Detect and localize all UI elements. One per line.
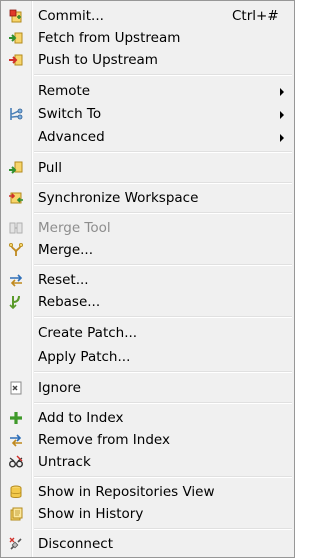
menu-item-label: Disconnect bbox=[38, 536, 113, 552]
merge-tool-icon bbox=[8, 220, 24, 236]
menu-item-label: Switch To bbox=[38, 106, 102, 122]
menu-item-reset[interactable]: Reset... bbox=[3, 269, 292, 291]
reset-icon bbox=[8, 272, 24, 288]
menu-item-disconnect[interactable]: Disconnect bbox=[3, 533, 292, 555]
menu-item-pull[interactable]: Pull bbox=[3, 157, 292, 179]
menu-item-rebase[interactable]: Rebase... bbox=[3, 291, 292, 313]
menu-item-synchronize-workspace[interactable]: Synchronize Workspace bbox=[3, 187, 292, 209]
menu-item-merge-tool: Merge Tool bbox=[3, 217, 292, 239]
disconnect-icon bbox=[8, 536, 24, 552]
menu-separator bbox=[34, 74, 292, 76]
context-menu: Commit... Ctrl+# Fetch from Upstream Pus… bbox=[0, 0, 295, 558]
menu-item-untrack[interactable]: Untrack bbox=[3, 451, 292, 473]
menu-separator bbox=[34, 151, 292, 153]
untrack-icon bbox=[8, 454, 24, 470]
commit-icon bbox=[8, 8, 24, 24]
pull-icon bbox=[8, 160, 24, 176]
menu-separator bbox=[34, 528, 292, 530]
menu-item-apply-patch[interactable]: Apply Patch... bbox=[3, 346, 292, 368]
history-icon bbox=[8, 506, 24, 522]
menu-separator bbox=[34, 182, 292, 184]
menu-item-remote[interactable]: Remote bbox=[3, 80, 292, 102]
menu-item-label: Show in History bbox=[38, 506, 144, 522]
menu-item-label: Merge... bbox=[38, 242, 94, 258]
menu-item-switch-to[interactable]: Switch To bbox=[3, 103, 292, 125]
push-icon bbox=[8, 52, 24, 68]
menu-item-label: Untrack bbox=[38, 454, 91, 470]
menu-item-push-to-upstream[interactable]: Push to Upstream bbox=[3, 49, 292, 71]
menu-separator bbox=[34, 316, 292, 318]
menu-item-commit[interactable]: Commit... Ctrl+# bbox=[3, 5, 292, 27]
menu-item-ignore[interactable]: Ignore bbox=[3, 377, 292, 399]
repositories-view-icon bbox=[8, 484, 24, 500]
remove-from-index-icon bbox=[8, 432, 24, 448]
merge-icon bbox=[8, 242, 24, 258]
menu-item-merge[interactable]: Merge... bbox=[3, 239, 292, 261]
synchronize-icon bbox=[8, 190, 24, 206]
menu-item-add-to-index[interactable]: Add to Index bbox=[3, 407, 292, 429]
fetch-icon bbox=[8, 30, 24, 46]
menu-item-shortcut: Ctrl+# bbox=[232, 8, 279, 24]
switch-branch-icon bbox=[8, 106, 24, 122]
menu-item-label: Push to Upstream bbox=[38, 52, 158, 68]
menu-separator bbox=[34, 212, 292, 214]
submenu-arrow-icon bbox=[280, 88, 284, 96]
menu-item-advanced[interactable]: Advanced bbox=[3, 126, 292, 148]
menu-item-label: Synchronize Workspace bbox=[38, 190, 199, 206]
menu-item-label: Pull bbox=[38, 160, 62, 176]
menu-separator bbox=[34, 371, 292, 373]
menu-item-label: Fetch from Upstream bbox=[38, 30, 181, 46]
menu-item-remove-from-index[interactable]: Remove from Index bbox=[3, 429, 292, 451]
menu-item-label: Add to Index bbox=[38, 410, 124, 426]
submenu-arrow-icon bbox=[280, 134, 284, 142]
menu-item-label: Apply Patch... bbox=[38, 349, 131, 365]
menu-item-show-in-repositories-view[interactable]: Show in Repositories View bbox=[3, 481, 292, 503]
menu-item-label: Advanced bbox=[38, 129, 105, 145]
menu-item-label: Show in Repositories View bbox=[38, 484, 215, 500]
menu-item-label: Reset... bbox=[38, 272, 89, 288]
menu-item-label: Merge Tool bbox=[38, 220, 111, 236]
menu-item-label: Commit... bbox=[38, 8, 104, 24]
menu-item-fetch-from-upstream[interactable]: Fetch from Upstream bbox=[3, 27, 292, 49]
menu-item-label: Rebase... bbox=[38, 294, 101, 310]
menu-item-label: Create Patch... bbox=[38, 325, 138, 341]
menu-item-label: Remove from Index bbox=[38, 432, 170, 448]
menu-separator bbox=[34, 476, 292, 478]
menu-item-show-in-history[interactable]: Show in History bbox=[3, 503, 292, 525]
rebase-icon bbox=[8, 294, 24, 310]
menu-item-label: Ignore bbox=[38, 380, 81, 396]
ignore-icon bbox=[8, 380, 24, 396]
menu-item-label: Remote bbox=[38, 83, 91, 99]
menu-separator bbox=[34, 264, 292, 266]
add-icon bbox=[8, 410, 24, 426]
menu-separator bbox=[34, 402, 292, 404]
submenu-arrow-icon bbox=[280, 111, 284, 119]
menu-item-create-patch[interactable]: Create Patch... bbox=[3, 322, 292, 344]
